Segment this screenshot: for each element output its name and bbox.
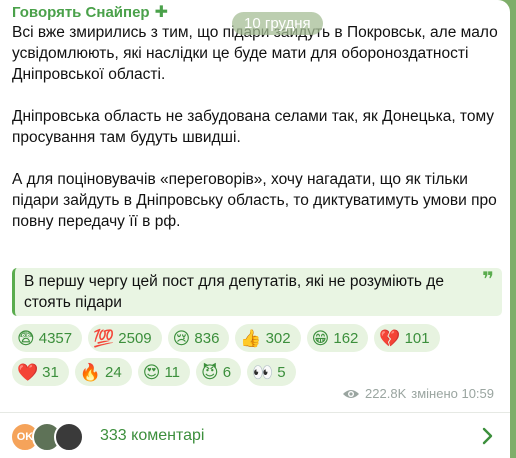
reaction-emoji: 💯 (93, 328, 115, 348)
reaction-fire[interactable]: 🔥 24 (74, 358, 132, 386)
reaction-heart-eyes[interactable]: 😍 11 (137, 358, 191, 386)
reaction-fear[interactable]: 😨 4357 (12, 324, 83, 352)
date-badge: 10 грудня (232, 12, 323, 35)
reaction-count: 5 (277, 363, 286, 381)
reaction-emoji: 😨 (17, 328, 35, 348)
channel-author[interactable]: Говорять Снайпер ✚ (12, 2, 168, 22)
message-meta: 222.8K змінено 10:59 (342, 386, 494, 401)
reaction-emoji: 💔 (379, 328, 401, 348)
reaction-emoji: 👀 (252, 362, 274, 382)
commenter-avatars: OK (10, 420, 90, 452)
reaction-count: 302 (265, 329, 291, 347)
comments-button[interactable]: OK 333 коментарі (0, 413, 510, 458)
message-bubble: Говорять Снайпер ✚ Всі вже змирились з т… (0, 0, 510, 458)
quote-text: В першу чергу цей пост для депутатів, як… (24, 273, 444, 311)
edited-time: змінено 10:59 (411, 386, 494, 401)
reactions-bar: 😨 4357 💯 2509 😢 836 👍 302 😁 162 💔 101 ❤️ 31 🔥 24… (12, 324, 508, 392)
reaction-emoji: 😈 (201, 362, 219, 382)
reaction-count: 11 (164, 363, 181, 381)
reaction-count: 2509 (118, 329, 152, 347)
quote-block: В першу чергу цей пост для депутатів, як… (12, 268, 502, 316)
reaction-cry[interactable]: 😢 836 (167, 324, 230, 352)
chevron-right-icon[interactable] (482, 427, 494, 445)
reaction-emoji: ❤️ (17, 362, 39, 382)
reaction-devil[interactable]: 😈 6 (196, 358, 242, 386)
reaction-count: 101 (404, 329, 430, 347)
reaction-eyes[interactable]: 👀 5 (247, 358, 296, 386)
reaction-count: 31 (42, 363, 59, 381)
reaction-emoji: 👍 (240, 328, 262, 348)
reaction-broken-heart[interactable]: 💔 101 (374, 324, 440, 352)
reaction-count: 6 (222, 363, 232, 381)
post-paragraph: А для поціновувачів «переговорів», хочу … (12, 171, 497, 230)
post-paragraph: Дніпровська область не забудована селами… (12, 108, 495, 146)
reaction-hundred[interactable]: 💯 2509 (88, 324, 162, 352)
reaction-count: 4357 (38, 329, 73, 347)
author-name[interactable]: Говорять Снайпер (12, 4, 150, 21)
reaction-heart[interactable]: ❤️ 31 (12, 358, 69, 386)
comments-label[interactable]: 333 коментарі (100, 427, 482, 445)
reaction-emoji: 😁 (311, 328, 330, 348)
reaction-count: 162 (333, 329, 359, 347)
reaction-thumbs-up[interactable]: 👍 302 (235, 324, 301, 352)
reaction-count: 24 (105, 363, 122, 381)
views-count: 222.8K (365, 386, 407, 401)
quote-icon: ❞ (482, 269, 494, 291)
reaction-emoji: 😍 (142, 362, 161, 382)
reaction-emoji: 😢 (172, 328, 191, 348)
eye-icon (343, 389, 360, 398)
reaction-count: 836 (194, 329, 220, 347)
reaction-emoji: 🔥 (79, 362, 102, 382)
post-text: Всі вже змирились з тим, що підари зайду… (12, 22, 500, 253)
reactions-row: 😨 4357 💯 2509 😢 836 👍 302 😁 162 💔 101 (12, 324, 508, 352)
plus-icon: ✚ (154, 4, 168, 21)
avatar (54, 421, 84, 452)
reaction-grin[interactable]: 😁 162 (306, 324, 369, 352)
reactions-row: ❤️ 31 🔥 24 😍 11 😈 6 👀 5 (12, 358, 508, 386)
